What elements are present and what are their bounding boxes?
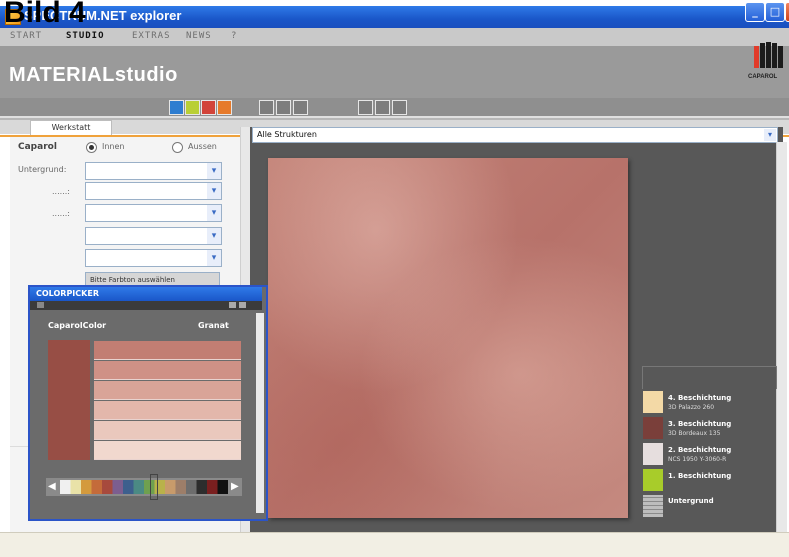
shade-name: Granat bbox=[198, 321, 229, 330]
tool-print-icon[interactable] bbox=[293, 100, 308, 115]
struktur-select[interactable]: Alle Strukturen ▾ bbox=[252, 127, 778, 143]
select-2[interactable]: ▾ bbox=[85, 182, 222, 200]
colorpicker-toolbar bbox=[30, 301, 262, 310]
menu-extras[interactable]: EXTRAS bbox=[132, 31, 171, 41]
menu-start[interactable]: START bbox=[10, 31, 42, 41]
shade-row-6[interactable] bbox=[94, 441, 241, 460]
tool-back-icon[interactable] bbox=[375, 100, 390, 115]
window-titlebar[interactable]: SPECTRUM.NET explorer bbox=[0, 6, 789, 28]
strip-color-segment[interactable] bbox=[70, 480, 82, 494]
layer-2-title[interactable]: 2. Beschichtung bbox=[668, 446, 731, 454]
status-bar bbox=[0, 532, 789, 557]
untergrund-swatch[interactable] bbox=[643, 495, 663, 517]
brand-label: Caparol bbox=[18, 142, 57, 152]
untergrund-title[interactable]: Untergrund bbox=[668, 497, 714, 505]
strip-color-segment[interactable] bbox=[60, 480, 71, 494]
app-title: MATERIALstudio bbox=[9, 64, 178, 86]
strip-color-segment[interactable] bbox=[207, 480, 218, 494]
color-strip[interactable] bbox=[60, 480, 228, 494]
layer-4-title[interactable]: 4. Beschichtung bbox=[668, 394, 731, 402]
menu-icon[interactable] bbox=[37, 302, 44, 308]
tool-pattern-icon[interactable] bbox=[217, 100, 232, 115]
layer-4-swatch[interactable] bbox=[643, 391, 663, 413]
tool-layer-icon[interactable] bbox=[201, 100, 216, 115]
strip-color-segment[interactable] bbox=[133, 480, 145, 494]
texture-preview bbox=[268, 158, 628, 518]
strip-color-segment[interactable] bbox=[217, 480, 229, 494]
chevron-down-icon[interactable]: ▾ bbox=[764, 129, 776, 141]
layer-3-subtitle: 3D Bordeaux 135 bbox=[668, 430, 721, 437]
chevron-down-icon[interactable]: ▾ bbox=[207, 205, 221, 221]
untergrund-label: Untergrund: bbox=[18, 165, 67, 174]
struktur-select-value: Alle Strukturen bbox=[257, 130, 317, 139]
strip-color-segment[interactable] bbox=[112, 480, 124, 494]
strip-left-arrow-icon[interactable]: ◀ bbox=[48, 480, 58, 494]
menu-news[interactable]: NEWS bbox=[186, 31, 212, 41]
strip-color-segment[interactable] bbox=[123, 480, 134, 494]
selected-color-swatch bbox=[48, 340, 90, 460]
radio-aussen[interactable] bbox=[172, 142, 183, 153]
maximize-button[interactable]: □ bbox=[765, 2, 785, 22]
untergrund-select[interactable]: ▾ bbox=[85, 162, 222, 180]
strip-color-segment[interactable] bbox=[91, 480, 103, 494]
colorpicker-titlebar[interactable]: COLORPICKER bbox=[30, 287, 262, 301]
layer-1-title[interactable]: 1. Beschichtung bbox=[668, 472, 731, 480]
color-collection: CaparolColor bbox=[48, 321, 107, 330]
shade-row-3[interactable] bbox=[94, 381, 241, 400]
layer-1-swatch[interactable] bbox=[643, 469, 663, 491]
chevron-down-icon[interactable]: ▾ bbox=[207, 163, 221, 179]
menu-bar bbox=[0, 28, 789, 46]
select-3[interactable]: ▾ bbox=[85, 204, 222, 222]
shade-row-5[interactable] bbox=[94, 421, 241, 440]
chevron-down-icon[interactable]: ▾ bbox=[207, 183, 221, 199]
strip-color-segment[interactable] bbox=[186, 480, 197, 494]
restore-icon[interactable] bbox=[229, 302, 236, 308]
tool-close-icon[interactable] bbox=[392, 100, 407, 115]
minimize-button[interactable]: _ bbox=[745, 2, 765, 22]
chevron-down-icon[interactable]: ▾ bbox=[207, 228, 221, 244]
close-button[interactable] bbox=[785, 2, 789, 22]
radio-innen-label: Innen bbox=[102, 142, 125, 151]
main-scrollbar[interactable] bbox=[776, 142, 787, 532]
caparol-logo bbox=[754, 42, 783, 68]
tool-window-icon[interactable] bbox=[358, 100, 373, 115]
shade-row-2[interactable] bbox=[94, 361, 241, 380]
layer-3-swatch[interactable] bbox=[643, 417, 663, 439]
menu-help[interactable]: ? bbox=[231, 31, 237, 41]
select-4[interactable]: ▾ bbox=[85, 227, 222, 245]
tool-color-icon[interactable] bbox=[185, 100, 200, 115]
tool-open-icon[interactable] bbox=[259, 100, 274, 115]
row3-label: ......: bbox=[52, 209, 70, 218]
colorpicker-scrollbar[interactable] bbox=[256, 313, 264, 513]
menu-studio[interactable]: STUDIO bbox=[66, 31, 105, 41]
tool-save-icon[interactable] bbox=[276, 100, 291, 115]
chevron-down-icon[interactable]: ▾ bbox=[207, 250, 221, 266]
logo-text: CAPAROL bbox=[748, 74, 778, 80]
strip-color-segment[interactable] bbox=[196, 480, 208, 494]
strip-color-segment[interactable] bbox=[81, 480, 92, 494]
row2-label: ......: bbox=[52, 187, 70, 196]
close-icon[interactable] bbox=[239, 302, 246, 308]
select-5[interactable]: ▾ bbox=[85, 249, 222, 267]
farbton-button[interactable]: Bitte Farbton auswählen bbox=[85, 272, 220, 286]
layer-2-swatch[interactable] bbox=[643, 443, 663, 465]
strip-color-segment[interactable] bbox=[102, 480, 113, 494]
layer-3-title[interactable]: 3. Beschichtung bbox=[668, 420, 731, 428]
strip-color-segment[interactable] bbox=[175, 480, 187, 494]
layer-4-subtitle: 3D Palazzo 260 bbox=[668, 404, 715, 411]
radio-innen[interactable] bbox=[86, 142, 97, 153]
layer-2-subtitle: NCS 1950 Y-3060-R bbox=[668, 456, 727, 463]
tool-structure-icon[interactable] bbox=[169, 100, 184, 115]
strip-slider-handle[interactable] bbox=[150, 474, 158, 500]
colorpicker-title: COLORPICKER bbox=[36, 289, 99, 298]
page-label: Bild 4 bbox=[4, 0, 86, 29]
shade-row-4[interactable] bbox=[94, 401, 241, 420]
shade-row-1[interactable] bbox=[94, 341, 241, 360]
radio-aussen-label: Aussen bbox=[188, 142, 217, 151]
strip-color-segment[interactable] bbox=[165, 480, 176, 494]
strip-right-arrow-icon[interactable]: ▶ bbox=[231, 480, 241, 494]
